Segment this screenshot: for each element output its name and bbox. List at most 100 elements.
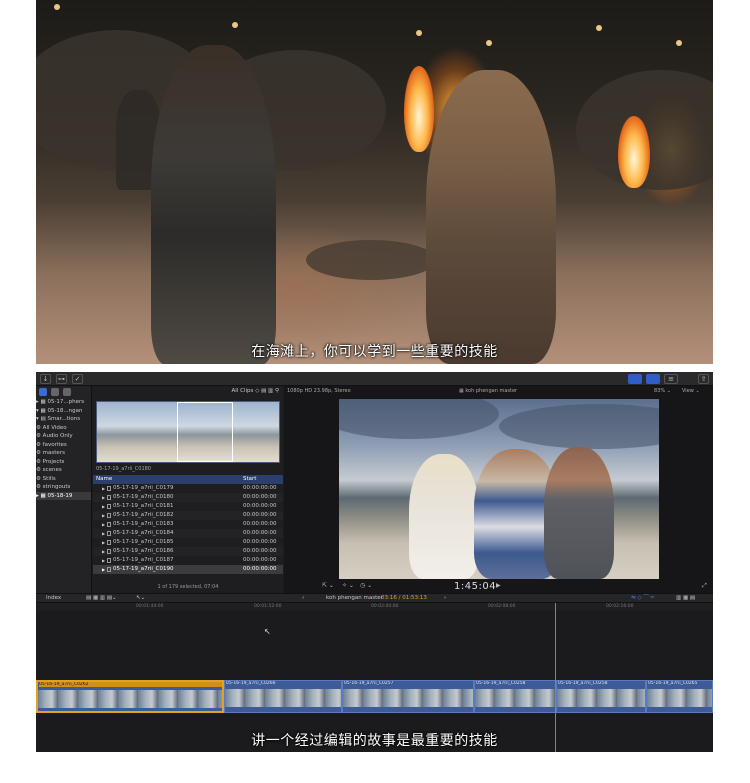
key-icon[interactable]: ⊶ <box>56 374 67 384</box>
bokeh-light <box>596 25 602 31</box>
snapping-icons[interactable]: ⇋ ◇ ⌒ ═ <box>631 594 654 603</box>
timeline-toggle-button[interactable] <box>646 374 660 384</box>
viewer-frame[interactable] <box>339 399 659 579</box>
clip-list-header[interactable]: Name Start <box>93 475 283 484</box>
ruler-tick: 00:01:44:00 <box>136 604 164 609</box>
clip-filmstrip[interactable] <box>96 401 280 463</box>
zoom-control-icons[interactable]: ▥ ▦ ▤ <box>676 594 695 603</box>
browser-toggle-button[interactable] <box>628 374 642 384</box>
clip-row[interactable]: ▶ 05-17-19_a7rii_C0182 00:00:00:00 <box>93 511 283 520</box>
sidebar-item[interactable]: ▾ ▤ Smar...tions <box>36 415 91 424</box>
clip-browser: All Clips ◇ ▤ ▥ ⚲ 05-17-19_a7rii_C0180 N… <box>93 386 283 593</box>
final-cut-pro-window: ↓ ⊶ ✓ ≡ ⇪ ▸ ▦ 05-17...phers ▾ ▦ 05-18...… <box>36 372 713 752</box>
photos-icon[interactable] <box>51 388 59 396</box>
clip-row[interactable]: ▶ 05-17-19_a7rii_C0179 00:00:00:00 <box>93 484 283 493</box>
fire-dancer-figure <box>426 70 556 364</box>
timeline-clip[interactable]: 05-16-19_a7rii_C0258 <box>556 680 646 713</box>
timeline-clip-selected[interactable]: 05-16-19_a7rii_C0262 <box>36 680 224 713</box>
playhead-timecode: 1:45:04 <box>454 581 497 592</box>
start-column-header[interactable]: Start <box>243 475 256 484</box>
timeline-clip[interactable]: 05-16-19_a7rii_C0266 <box>224 680 342 713</box>
cloud <box>339 399 499 439</box>
fullscreen-icon[interactable]: ⤢ <box>702 582 707 590</box>
sidebar-item[interactable]: ⚙ Stills <box>36 475 91 484</box>
clip-row[interactable]: ▶ 05-17-19_a7rii_C0186 00:00:00:00 <box>93 547 283 556</box>
sidebar-item[interactable]: ⚙ stringouts <box>36 483 91 492</box>
bokeh-light <box>676 40 682 46</box>
inspector-toggle-button[interactable]: ≡ <box>664 374 678 384</box>
titles-icon[interactable] <box>63 388 71 396</box>
timeline-duration: 03:16 / 01:53:13 <box>381 595 427 601</box>
name-column-header[interactable]: Name <box>96 475 112 484</box>
timeline-ruler[interactable]: 00:01:44:00 00:01:52:00 00:02:00:00 00:0… <box>36 603 713 611</box>
ruler-tick: 00:02:16:00 <box>606 604 634 609</box>
speed-icon[interactable]: ◷ ⌄ <box>360 582 372 589</box>
selection-status: 1 of 179 selected, 07:04 <box>157 584 219 590</box>
cloud <box>499 404 659 449</box>
project-name: ▦ koh phengan master <box>459 388 518 394</box>
format-info: 1080p HD 23.98p, Stereo <box>287 388 351 394</box>
filmstrip-frame-selected <box>177 402 233 462</box>
bokeh-light <box>416 30 422 36</box>
timeline-header: Index ▤ ▦ ▥ ▤⌄ ↖⌄ ‹ koh phengan master 0… <box>36 593 713 603</box>
clip-row[interactable]: ▶ 05-17-19_a7rii_C0183 00:00:00:00 <box>93 520 283 529</box>
clip-row-selected[interactable]: ▶ 05-17-19_a7rii_C0190 00:00:00:00 <box>93 565 283 574</box>
import-icon[interactable]: ↓ <box>40 374 51 384</box>
fire-poi-flame <box>404 66 434 152</box>
share-icon[interactable]: ⇪ <box>698 374 709 384</box>
clip-row[interactable]: ▶ 05-17-19_a7rii_C0187 00:00:00:00 <box>93 556 283 565</box>
sidebar-item-selected[interactable]: ▸ ▦ 05-18-19 <box>36 491 91 500</box>
clip-filter-bar[interactable]: All Clips ◇ ▤ ▥ ⚲ <box>93 386 283 397</box>
transform-icon[interactable]: ⇱ ⌄ <box>322 582 334 589</box>
filmstrip-frame <box>233 402 257 462</box>
sidebar-item[interactable]: ⚙ scenes <box>36 466 91 475</box>
index-button[interactable]: Index <box>46 594 61 603</box>
filmstrip-frame <box>257 402 279 462</box>
timeline-clip[interactable]: 05-16-19_a7rii_C0258 <box>474 680 556 713</box>
filmstrip-frame <box>135 402 177 462</box>
sidebar-item[interactable]: ⚙ All Video <box>36 424 91 433</box>
viewer-controls: ⇱ ⌄ ✧ ⌄ ◷ ⌄ ▶ 1:45:04 ⤢ <box>284 581 713 593</box>
zoom-level[interactable]: 83% ⌄ <box>654 388 671 394</box>
subtitle-caption: 在海滩上，你可以学到一些重要的技能 <box>251 344 498 360</box>
clip-row[interactable]: ▶ 05-17-19_a7rii_C0185 00:00:00:00 <box>93 538 283 547</box>
fire-poi-flame <box>618 116 650 188</box>
view-menu[interactable]: View ⌄ <box>682 388 700 394</box>
ruler-tick: 00:01:52:00 <box>254 604 282 609</box>
history-forward-icon[interactable]: › <box>444 594 446 603</box>
libraries-icon[interactable] <box>39 388 47 396</box>
filmstrip-frame <box>97 402 135 462</box>
history-back-icon[interactable]: ‹ <box>302 594 304 603</box>
timeline-clip[interactable]: 05-16-19_a7rii_C0257 <box>342 680 474 713</box>
ruler-tick: 00:02:00:00 <box>371 604 399 609</box>
clip-row[interactable]: ▶ 05-17-19_a7rii_C0181 00:00:00:00 <box>93 502 283 511</box>
person-grey-shirt <box>544 447 614 579</box>
clip-appearance-icons[interactable]: ▤ ▦ ▥ ▤⌄ <box>86 594 117 603</box>
clip-row[interactable]: ▶ 05-17-19_a7rii_C0180 00:00:00:00 <box>93 493 283 502</box>
subtitle-caption: 讲一个经过编辑的故事是最重要的技能 <box>251 733 498 749</box>
timeline-clip[interactable]: 05-16-19_a7rii_C0265 <box>646 680 713 713</box>
bokeh-light <box>232 22 238 28</box>
sidebar-item[interactable]: ⚙ Projects <box>36 458 91 467</box>
bokeh-light <box>54 4 60 10</box>
sidebar-item[interactable]: ⚙ favorites <box>36 441 91 450</box>
sidebar-item[interactable]: ▸ ▦ 05-17...phers <box>36 398 91 407</box>
sidebar-item[interactable]: ⚙ Audio Only <box>36 432 91 441</box>
toolbar: ↓ ⊶ ✓ ≡ ⇪ <box>36 372 713 386</box>
play-button[interactable]: ▶ <box>496 582 501 589</box>
person-blonde <box>409 454 479 579</box>
bokeh-light <box>486 40 492 46</box>
sidebar-tabs <box>36 386 91 398</box>
clip-row[interactable]: ▶ 05-17-19_a7rii_C0184 00:00:00:00 <box>93 529 283 538</box>
sidebar-item[interactable]: ⚙ masters <box>36 449 91 458</box>
mouse-pointer-icon: ↖ <box>264 627 271 636</box>
check-icon[interactable]: ✓ <box>72 374 83 384</box>
filmstrip-label: 05-17-19_a7rii_C0180 <box>96 466 151 472</box>
enhance-icon[interactable]: ✧ ⌄ <box>342 582 354 589</box>
viewer-panel: 1080p HD 23.98p, Stereo ▦ koh phengan ma… <box>284 386 713 593</box>
ruler-tick: 00:02:08:00 <box>488 604 516 609</box>
sidebar-item[interactable]: ▾ ▦ 05-18...ngan <box>36 407 91 416</box>
libraries-sidebar: ▸ ▦ 05-17...phers ▾ ▦ 05-18...ngan ▾ ▤ S… <box>36 386 92 593</box>
cameraman-figure <box>151 45 276 364</box>
select-tool-icon[interactable]: ↖⌄ <box>136 594 145 603</box>
